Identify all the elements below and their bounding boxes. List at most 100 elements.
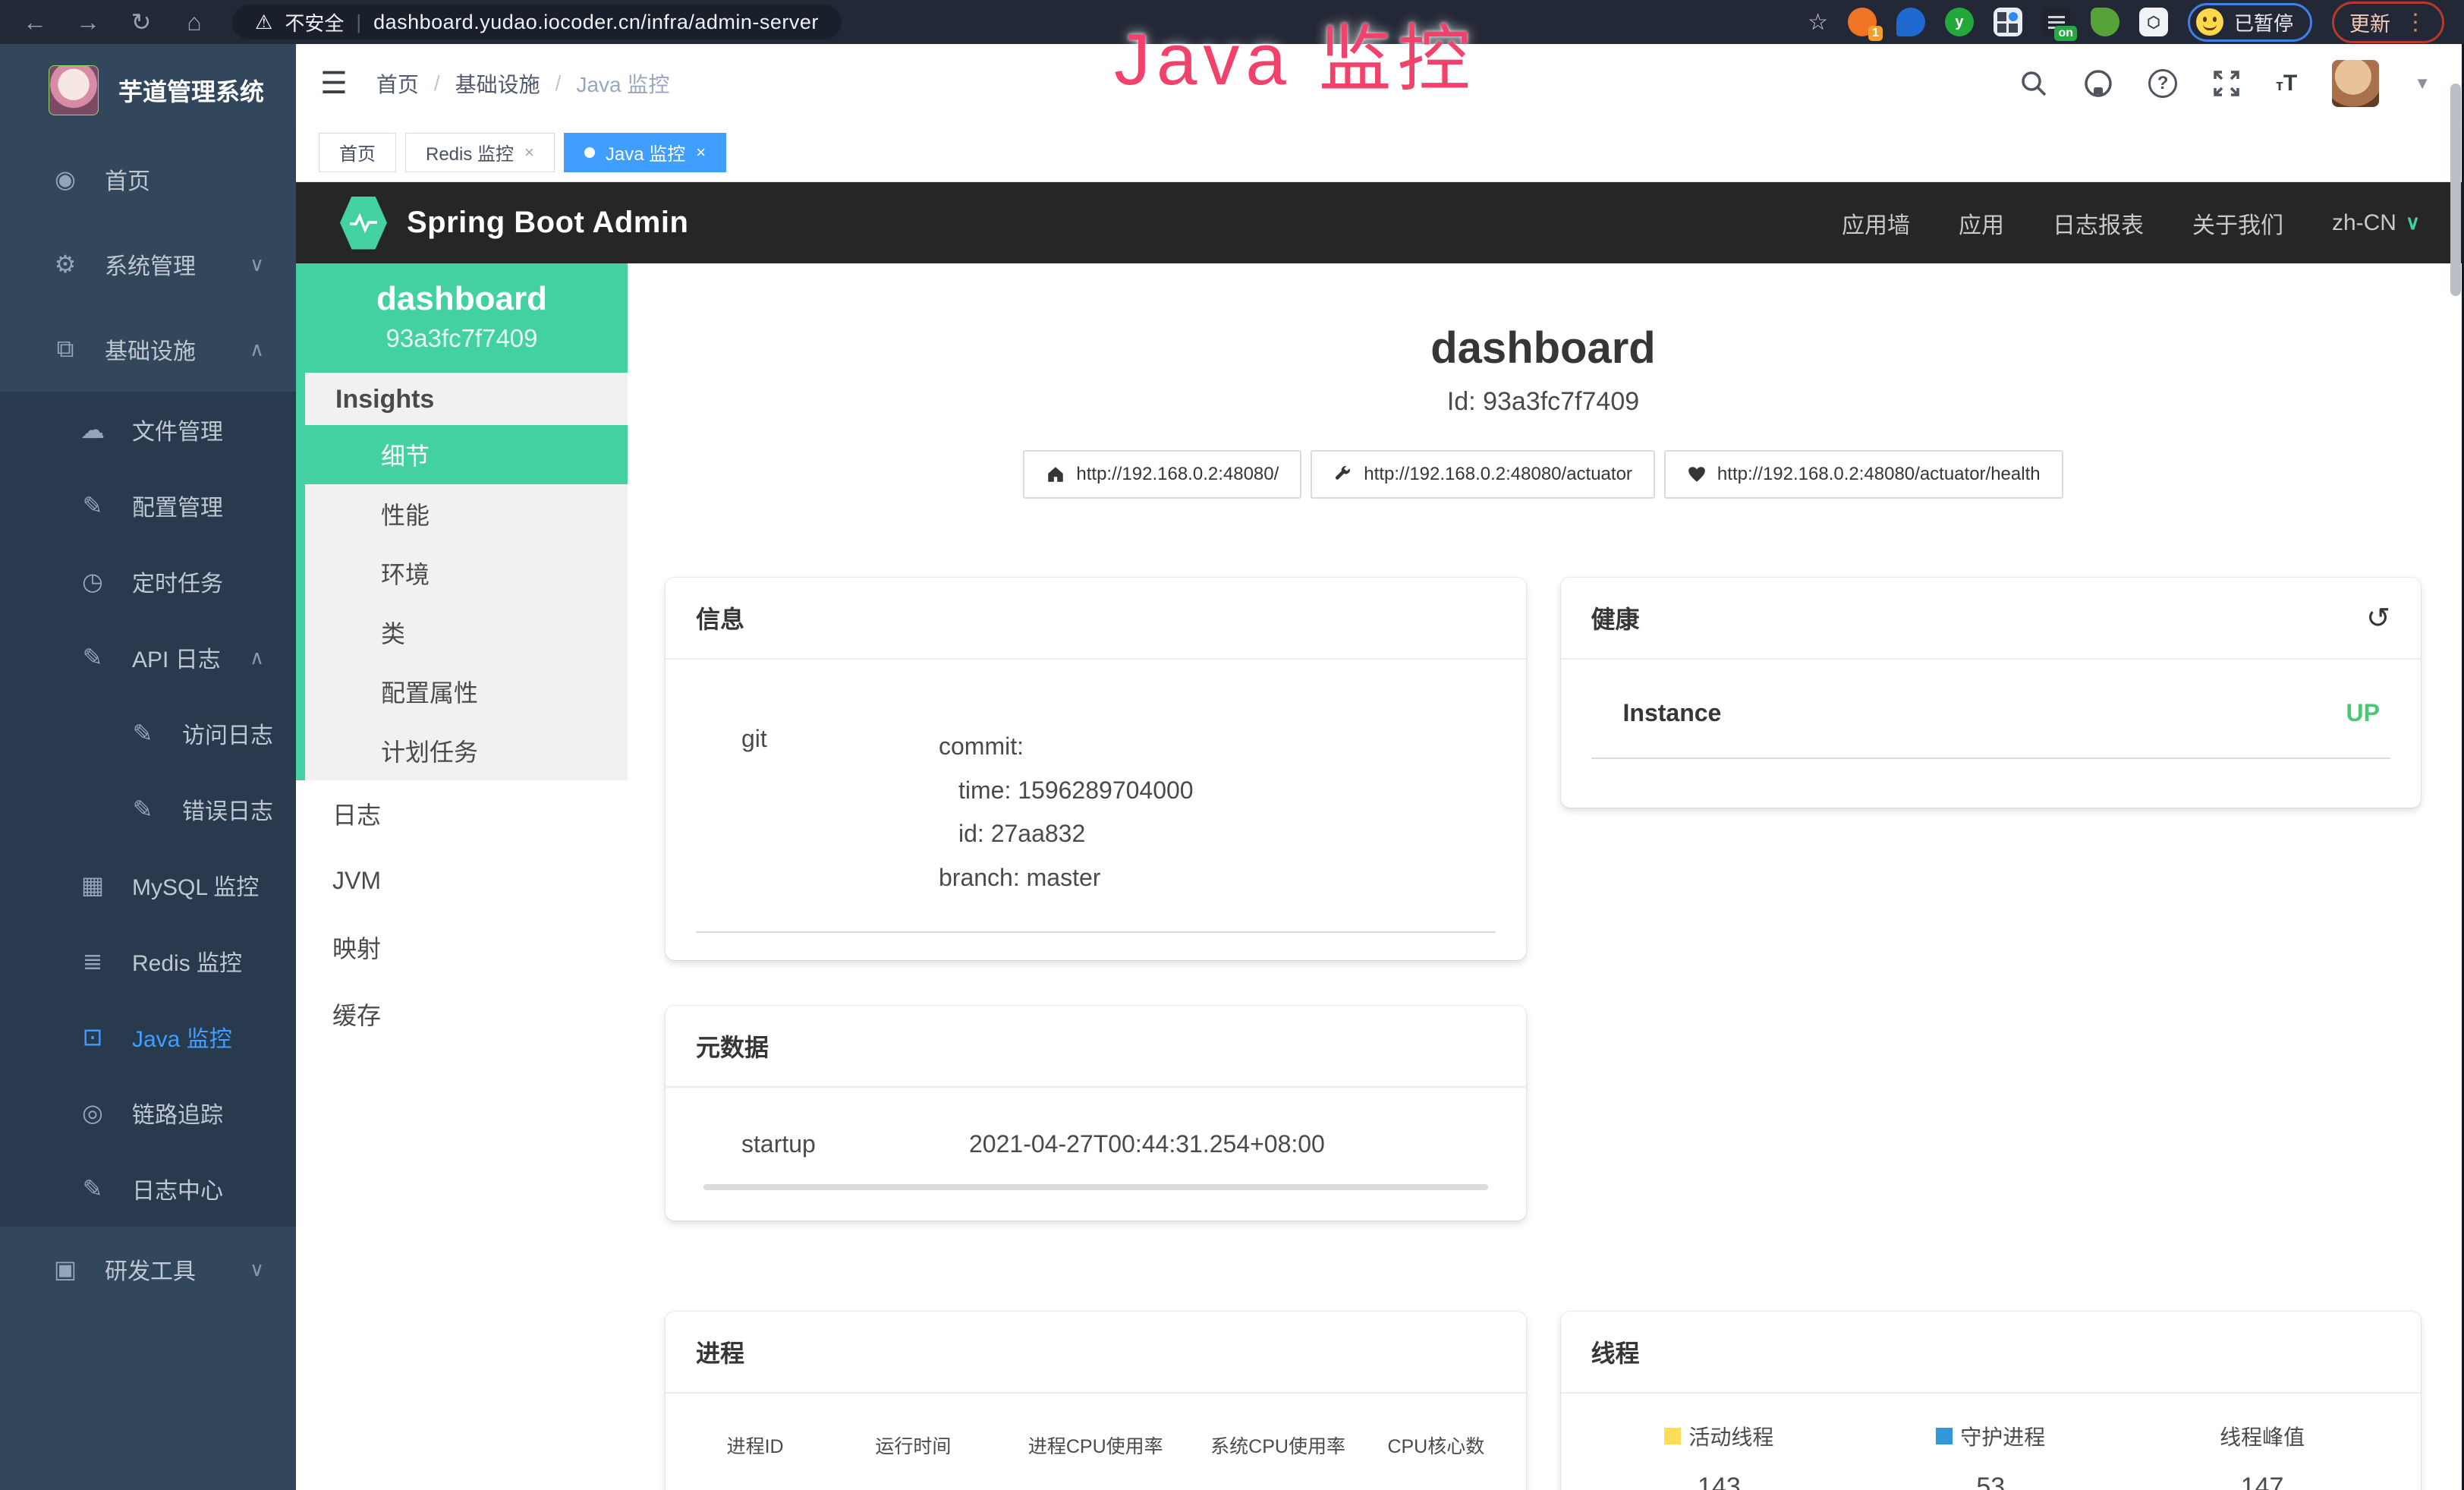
github-icon[interactable] <box>2083 68 2113 99</box>
sba-nav-about[interactable]: 关于我们 <box>2192 206 2283 240</box>
sidebar-item-access-log[interactable]: ✎ 访问日志 <box>0 695 296 771</box>
cpu-cores-value: 2 <box>1369 1486 1503 1490</box>
sba-menu-classes[interactable]: 类 <box>305 603 628 662</box>
threads-legend: 活动线程 143 守护进程 53 <box>1584 1421 2399 1490</box>
sba-body: dashboard 93a3fc7f7409 Insights 细节 性能 环境… <box>296 263 2464 1490</box>
sidebar-item-label: 首页 <box>105 162 150 196</box>
service-url-button[interactable]: http://192.168.0.2:48080/ <box>1023 450 1301 499</box>
sba-menu-config-props[interactable]: 配置属性 <box>305 662 628 721</box>
sba-nav-applications[interactable]: 应用 <box>1959 206 2004 240</box>
search-icon[interactable] <box>2019 69 2048 98</box>
info-card-title: 信息 <box>696 600 744 635</box>
sidebar-item-job[interactable]: ◷ 定时任务 <box>0 543 296 619</box>
health-url-button[interactable]: http://192.168.0.2:48080/actuator/health <box>1664 450 2063 499</box>
sidebar-item-api-log[interactable]: ✎ API 日志 ∧ <box>0 619 296 695</box>
sidebar-item-home[interactable]: ◉ 首页 <box>0 137 296 222</box>
sba-menu-logs[interactable]: 日志 <box>296 780 628 847</box>
sidebar-item-error-log[interactable]: ✎ 错误日志 <box>0 771 296 847</box>
sidebar-item-infra[interactable]: ⧉ 基础设施 ∧ <box>0 307 296 392</box>
info-value: commit: time: 1596289704000 id: 27aa832 … <box>939 725 1496 899</box>
address-bar[interactable]: ⚠ 不安全 | dashboard.yudao.iocoder.cn/infra… <box>232 5 842 39</box>
extension-icon-puzzle[interactable]: ⬡ <box>2139 8 2168 36</box>
git-id-line: id: 27aa832 <box>939 812 1496 856</box>
tab-label: Redis 监控 <box>426 139 514 165</box>
sidebar-item-trace[interactable]: ◎ 链路追踪 <box>0 1075 296 1151</box>
breadcrumb: 首页 / 基础设施 / Java 监控 <box>376 68 670 99</box>
health-instance-row[interactable]: Instance UP <box>1591 695 2391 759</box>
sba-menu-scheduled-tasks[interactable]: 计划任务 <box>305 721 628 780</box>
actuator-url-button[interactable]: http://192.168.0.2:48080/actuator <box>1311 450 1655 499</box>
health-card-body: Instance UP <box>1561 660 2422 808</box>
browser-update-button[interactable]: 更新 ⋮ <box>2332 2 2444 43</box>
hamburger-icon[interactable]: ☰ <box>320 66 348 101</box>
page-scrollbar-thumb[interactable] <box>2450 83 2461 296</box>
app-logo-row[interactable]: 芋道管理系统 <box>0 44 296 137</box>
sba-menu-caches[interactable]: 缓存 <box>296 981 628 1047</box>
sidebar-item-redis[interactable]: ≣ Redis 监控 <box>0 923 296 999</box>
close-icon[interactable]: × <box>696 143 706 162</box>
history-icon[interactable]: ↺ <box>2366 601 2390 635</box>
sba-menu-jvm[interactable]: JVM <box>296 847 628 914</box>
browser-menu-icon[interactable]: ⋮ <box>2404 9 2427 36</box>
sidebar-item-file[interactable]: ☁ 文件管理 <box>0 392 296 468</box>
tab-home[interactable]: 首页 <box>319 133 396 172</box>
sba-menu-metrics[interactable]: 性能 <box>305 484 628 543</box>
extension-icon-green[interactable] <box>2091 8 2119 36</box>
sidebar-item-log-center[interactable]: ✎ 日志中心 <box>0 1151 296 1227</box>
sidebar-item-system[interactable]: ⚙ 系统管理 ∨ <box>0 222 296 307</box>
breadcrumb-home[interactable]: 首页 <box>376 68 419 99</box>
tab-redis[interactable]: Redis 监控 × <box>405 133 555 172</box>
browser-reload-icon[interactable]: ↻ <box>126 8 156 36</box>
annotation-java-monitor: Java 监控 <box>1114 0 1476 106</box>
font-size-icon[interactable]: тT <box>2276 71 2297 96</box>
bookmark-star-icon[interactable]: ☆ <box>1808 9 1828 36</box>
instance-name: dashboard <box>296 280 628 318</box>
extension-icon-orange[interactable]: 1 <box>1848 8 1877 36</box>
threads-card: 线程 活动线程 143 <box>1561 1312 2422 1490</box>
monitor-icon: ⧉ <box>49 335 82 364</box>
sba-menu-mappings[interactable]: 映射 <box>296 914 628 981</box>
sba-header: Spring Boot Admin 应用墙 应用 日志报表 关于我们 zh-CN… <box>296 182 2464 263</box>
sidebar-item-java[interactable]: ⊡ Java 监控 <box>0 999 296 1075</box>
sidebar-item-config[interactable]: ✎ 配置管理 <box>0 468 296 543</box>
fullscreen-icon[interactable] <box>2212 69 2241 98</box>
metadata-startup-row: startup 2021-04-27T00:44:31.254+08:00 <box>696 1123 1496 1184</box>
process-card: 进程 进程ID 5261 运行时间 <box>666 1312 1526 1490</box>
update-label: 更新 <box>2349 8 2390 37</box>
app-logo <box>49 65 99 115</box>
cards-row-3: 进程 进程ID 5261 运行时间 <box>666 1312 2421 1490</box>
horizontal-scrollbar[interactable] <box>703 1184 1488 1190</box>
extension-icon-yuque[interactable]: y <box>1945 8 1974 36</box>
sba-menu-details[interactable]: 细节 <box>305 425 628 484</box>
extension-icon-grid[interactable] <box>1994 8 2022 36</box>
sba-nav-applications-wall[interactable]: 应用墙 <box>1842 206 1910 240</box>
browser-back-icon[interactable]: ← <box>20 8 50 36</box>
app-shell: 芋道管理系统 ◉ 首页 ⚙ 系统管理 ∨ ⧉ 基础设施 ∧ ☁ 文件管理 ✎ 配… <box>0 44 2464 1490</box>
close-icon[interactable]: × <box>524 143 534 162</box>
sidebar-item-mysql[interactable]: ▦ MySQL 监控 <box>0 847 296 923</box>
breadcrumb-infra[interactable]: 基础设施 <box>455 68 540 99</box>
metadata-key: startup <box>741 1130 969 1158</box>
system-cpu-value: 0.07 <box>1187 1486 1369 1490</box>
chevron-up-icon: ∧ <box>250 646 264 669</box>
sba-menu-environment[interactable]: 环境 <box>305 543 628 603</box>
sba-nav-journal[interactable]: 日志报表 <box>2053 206 2144 240</box>
tab-bar: 首页 Redis 监控 × Java 监控 × <box>296 123 2464 182</box>
avatar[interactable] <box>2332 60 2379 107</box>
sba-locale-select[interactable]: zh-CN ∨ <box>2332 210 2420 236</box>
chevron-down-icon[interactable]: ▼ <box>2414 74 2431 93</box>
profile-paused-pill[interactable]: 已暂停 <box>2188 3 2312 42</box>
main-sidebar: 芋道管理系统 ◉ 首页 ⚙ 系统管理 ∨ ⧉ 基础设施 ∧ ☁ 文件管理 ✎ 配… <box>0 44 296 1490</box>
threads-card-body: 活动线程 143 守护进程 53 <box>1561 1394 2422 1490</box>
browser-home-icon[interactable]: ⌂ <box>179 8 209 36</box>
help-icon[interactable]: ? <box>2148 69 2177 98</box>
cards-row-2: 元数据 startup 2021-04-27T00:44:31.254+08:0… <box>666 1006 2421 1221</box>
column-header: 进程ID <box>688 1432 822 1459</box>
sidebar-item-dev-tools[interactable]: ▣ 研发工具 ∨ <box>0 1227 296 1312</box>
browser-forward-icon[interactable]: → <box>73 8 103 36</box>
extension-icon-pin[interactable] <box>1896 8 1925 36</box>
extension-icon-switch[interactable]: on <box>2042 8 2071 36</box>
pid-value: 5261 <box>688 1486 822 1490</box>
tab-java[interactable]: Java 监控 × <box>564 133 726 172</box>
chevron-up-icon: ∧ <box>250 338 264 361</box>
